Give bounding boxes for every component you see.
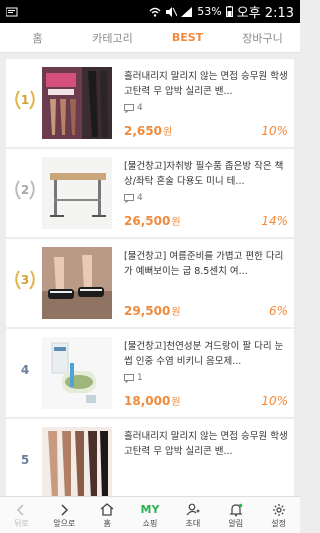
notification-icon [6,7,18,16]
product-title[interactable]: 흘러내리지 말리지 않는 면접 승무원 학생 고탄력 무 압박 실리콘 밴... [124,429,288,459]
bell-icon [229,503,243,516]
product-title[interactable]: [물건창고] 여름준비를 가볍고 편한 다리가 예뻐보이는 굽 8.5센치 여.… [124,249,288,279]
price-row: 26,500 원 14% [124,213,288,228]
discount-rate: 14% [261,214,288,228]
status-bar: 53% 오후 2:13 [0,0,300,23]
rank-badge: 2 [12,177,38,203]
top-tabs: 홈 카테고리 BEST 장바구니 [0,23,300,53]
product-image[interactable] [42,337,112,409]
product-title[interactable]: [물건창고]자취방 필수품 좁은방 작은 책상/좌탁 혼술 다용도 미니 테..… [124,159,288,189]
nav-notifications[interactable]: 알림 [214,497,257,533]
gear-icon [272,503,285,516]
rank-badge: 5 [20,453,30,467]
price-row: 18,000 원 10% [124,393,288,408]
chevron-left-icon [17,503,24,516]
comment-icon [124,103,134,113]
nav-settings[interactable]: 설정 [257,497,300,533]
product-image[interactable] [42,247,112,319]
nav-invite[interactable]: 초대 [171,497,214,533]
discount-rate: 6% [268,304,288,318]
product-image[interactable] [42,157,112,229]
best-product-list: 1 흘러내리지 말리지 않는 면접 승무원 학생 고탄력 무 압박 실리콘 밴.… [6,59,294,509]
signal-icon [181,6,193,17]
rank-badge: 1 [12,87,38,113]
price: 29,500 [124,304,171,318]
product-title[interactable]: [물건창고]천연성분 겨드랑이 팔 다리 눈썹 인중 수염 비키니 음모제... [124,339,288,369]
list-item[interactable]: 4 [물건창고]천연성분 겨드랑이 팔 다리 눈썹 인중 수염 비키니 음모제.… [6,329,294,417]
comment-count [124,282,288,294]
list-item[interactable]: 2 [물건창고]자취방 필수품 좁은방 작은 책상/좌탁 혼술 다용도 미니 테… [6,149,294,237]
bottom-navigation: 뒤로 앞으로 홈 MY 쇼핑 초대 알림 설정 [0,496,300,533]
battery-icon [225,6,233,17]
currency: 원 [171,307,181,318]
comment-count: 4 [124,102,288,114]
list-item[interactable]: 1 흘러내리지 말리지 않는 면접 승무원 학생 고탄력 무 압박 실리콘 밴.… [6,59,294,147]
nav-forward[interactable]: 앞으로 [43,497,86,533]
home-icon [100,503,114,516]
product-title[interactable]: 흘러내리지 말리지 않는 면접 승무원 학생 고탄력 무 압박 실리콘 밴... [124,69,288,99]
rank-badge: 4 [20,363,30,377]
discount-rate: 10% [261,394,288,408]
tab-cart[interactable]: 장바구니 [225,23,300,52]
price: 2,650 [124,124,162,138]
nav-shopping[interactable]: MY 쇼핑 [129,497,172,533]
wifi-icon [149,7,161,17]
clock: 오후 2:13 [236,6,294,21]
comment-icon [124,193,134,203]
list-item[interactable]: 5 흘러내리지 말리지 않는 면접 승무원 학생 고탄력 무 압박 실리콘 밴.… [6,419,294,507]
comment-count: 4 [124,192,288,204]
product-image[interactable] [42,67,112,139]
comment-icon [124,373,134,383]
price-row: 29,500 원 6% [124,303,288,318]
price: 18,000 [124,394,171,408]
tab-category[interactable]: 카테고리 [75,23,150,52]
currency: 원 [171,397,181,408]
nav-back[interactable]: 뒤로 [0,497,43,533]
list-item[interactable]: 3 [물건창고] 여름준비를 가볍고 편한 다리가 예뻐보이는 굽 8.5센치 … [6,239,294,327]
mute-icon [166,6,178,17]
nav-home[interactable]: 홈 [86,497,129,533]
my-icon: MY [140,503,160,516]
discount-rate: 10% [261,124,288,138]
comment-count: 1 [124,372,288,384]
rank-badge: 3 [12,267,38,293]
chevron-right-icon [61,503,69,516]
currency: 원 [171,217,181,228]
product-image[interactable] [42,427,112,499]
currency: 원 [162,127,173,138]
price: 26,500 [124,214,171,228]
battery-percent: 53% [197,5,222,18]
tab-home[interactable]: 홈 [0,23,75,52]
tab-best[interactable]: BEST [150,23,225,52]
add-user-icon [186,503,200,516]
price-row: 2,650 원 10% [124,123,288,138]
